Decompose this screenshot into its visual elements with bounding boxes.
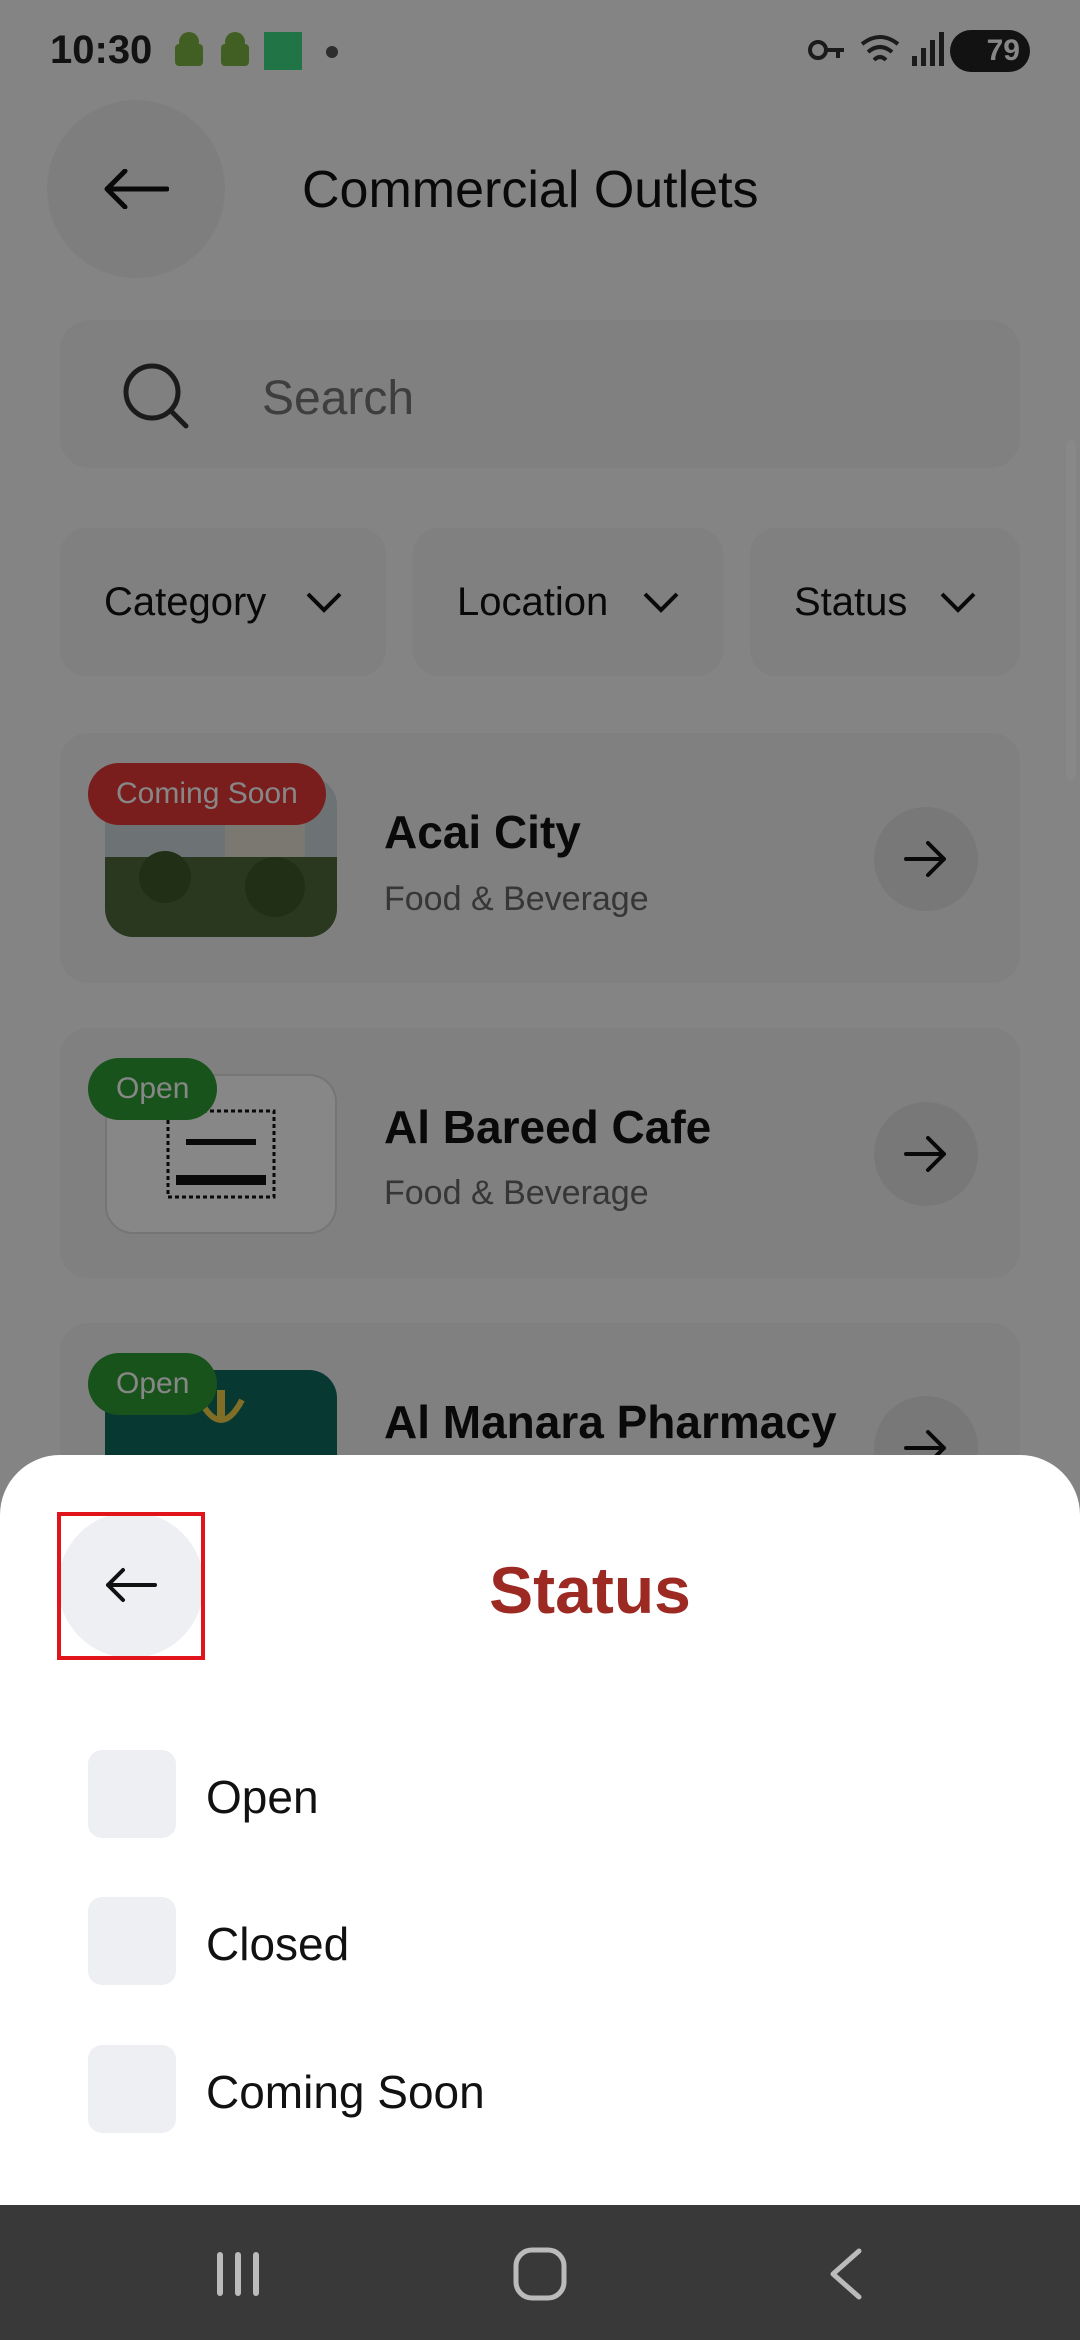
option-label-open[interactable]: Open [206,1770,319,1824]
recent-apps-icon[interactable] [215,2250,263,2298]
system-nav-bar [0,2205,1080,2340]
checkbox-closed[interactable] [88,1897,176,1985]
option-label-closed[interactable]: Closed [206,1917,349,1971]
checkbox-coming-soon[interactable] [88,2045,176,2133]
scrollbar[interactable] [1066,440,1076,780]
sheet-title: Status [489,1553,691,1627]
option-label-coming-soon[interactable]: Coming Soon [206,2065,485,2119]
checkbox-open[interactable] [88,1750,176,1838]
back-nav-icon[interactable] [825,2247,865,2301]
home-icon[interactable] [513,2247,567,2301]
